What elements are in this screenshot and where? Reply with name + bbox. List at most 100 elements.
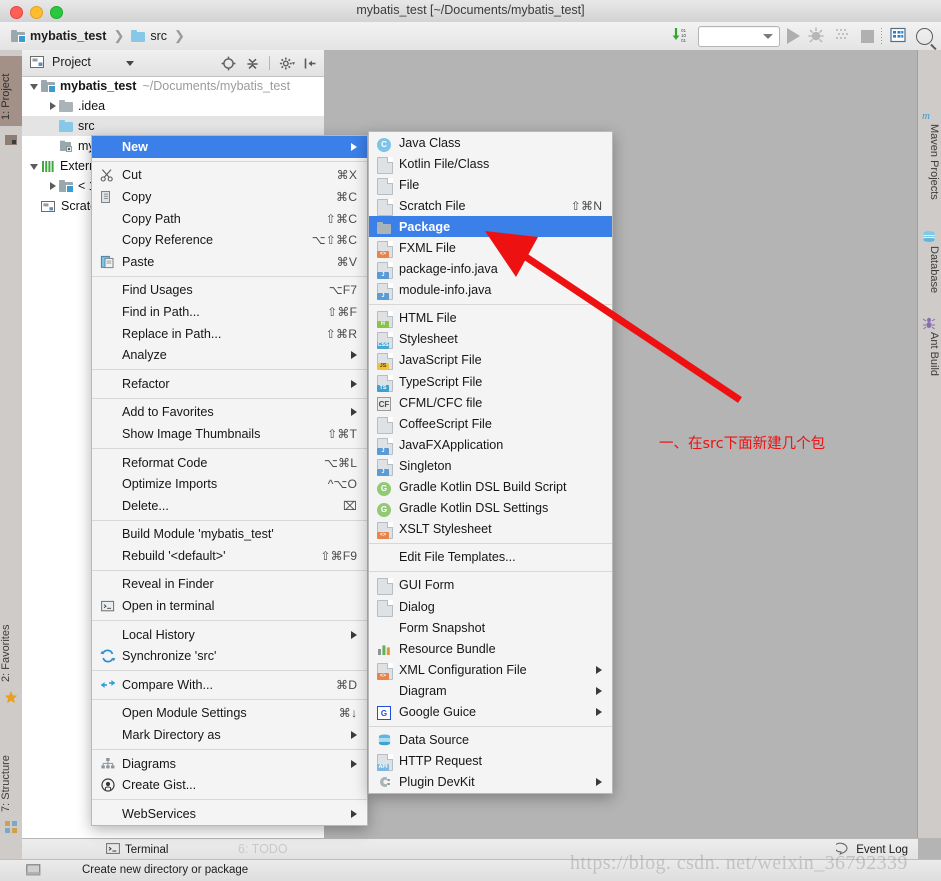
toolbar-divider [269, 56, 270, 70]
menu-item-delete[interactable]: Delete... ⌧ [92, 495, 367, 517]
submenu-item-edit-file-templates[interactable]: Edit File Templates... [369, 547, 612, 568]
breadcrumb-item-mybatis-test[interactable]: mybatis_test [8, 29, 109, 43]
menu-item-paste[interactable]: Paste ⌘V [92, 251, 367, 273]
submenu-item-javafxapplication[interactable]: J JavaFXApplication [369, 434, 612, 455]
iml-file-icon [59, 140, 73, 153]
debug-button[interactable] [807, 26, 827, 46]
menu-item-shortcut: ⇧⌘R [325, 326, 357, 341]
sidebar-item-ant-build[interactable]: Ant Build [919, 332, 940, 376]
run-configuration-selector[interactable] [698, 25, 780, 47]
submenu-item-xml-configuration-file[interactable]: <> XML Configuration File [369, 659, 612, 680]
breadcrumb-item-src[interactable]: src [128, 29, 170, 43]
menu-item-reformat-code[interactable]: Reformat Code ⌥⌘L [92, 452, 367, 474]
menu-item-create-gist[interactable]: Create Gist... [92, 774, 367, 796]
settings-gear-icon[interactable] [279, 56, 295, 71]
file-icon [377, 177, 395, 195]
project-structure-button[interactable] [889, 26, 909, 46]
menu-item-replace-in-path[interactable]: Replace in Path... ⇧⌘R [92, 323, 367, 345]
menu-item-mark-directory-as[interactable]: Mark Directory as [92, 724, 367, 746]
menu-item-build-module[interactable]: Build Module 'mybatis_test' [92, 524, 367, 546]
menu-item-show-image-thumbnails[interactable]: Show Image Thumbnails ⇧⌘T [92, 423, 367, 445]
submenu-item-form-snapshot[interactable]: Form Snapshot [369, 617, 612, 638]
menu-item-find-usages[interactable]: Find Usages ⌥F7 [92, 280, 367, 302]
submenu-item-resource-bundle[interactable]: Resource Bundle [369, 638, 612, 659]
menu-item-new[interactable]: New [92, 136, 367, 158]
submenu-item-gui-form[interactable]: GUI Form [369, 575, 612, 596]
submenu-item-diagram[interactable]: Diagram [369, 680, 612, 701]
menu-item-analyze[interactable]: Analyze [92, 344, 367, 366]
kotlin-file-icon [377, 156, 395, 174]
collapse-all-icon[interactable] [245, 56, 260, 71]
tree-row[interactable]: .idea [22, 96, 324, 116]
menu-separator [92, 519, 367, 521]
menu-item-find-in-path[interactable]: Find in Path... ⇧⌘F [92, 301, 367, 323]
menu-item-optimize-imports[interactable]: Optimize Imports ^⌥O [92, 473, 367, 495]
toolbar-divider [881, 28, 882, 44]
tree-row[interactable]: mybatis_test ~/Documents/mybatis_test [22, 76, 324, 96]
menu-item-label: HTML File [399, 311, 457, 326]
submenu-item-module-info-java[interactable]: J module-info.java [369, 280, 612, 301]
submenu-item-html-file[interactable]: H HTML File [369, 308, 612, 329]
locate-in-tree-icon[interactable] [221, 56, 236, 71]
submenu-item-dialog[interactable]: Dialog [369, 596, 612, 617]
submenu-item-gradle-kotlin-dsl-settings[interactable]: G Gradle Kotlin DSL Settings [369, 498, 612, 519]
twisty-open-icon[interactable] [28, 160, 41, 173]
sidebar-item-maven-projects[interactable]: Maven Projects [919, 124, 940, 200]
menu-item-rebuild[interactable]: Rebuild '<default>' ⇧⌘F9 [92, 545, 367, 567]
stop-button[interactable] [861, 29, 874, 43]
run-button[interactable] [787, 28, 800, 44]
menu-item-synchronize[interactable]: Synchronize 'src' [92, 645, 367, 667]
twisty-closed-icon[interactable] [46, 100, 59, 113]
submenu-item-scratch-file[interactable]: Scratch File ⇧⌘N [369, 195, 612, 216]
submenu-item-javascript-file[interactable]: JS JavaScript File [369, 350, 612, 371]
menu-item-reveal-in-finder[interactable]: Reveal in Finder [92, 574, 367, 596]
menu-item-label: Open in terminal [122, 599, 215, 614]
update-project-icon[interactable]: 01 10 01 [671, 26, 691, 46]
menu-item-refactor[interactable]: Refactor [92, 373, 367, 395]
submenu-item-http-request[interactable]: API HTTP Request [369, 751, 612, 772]
menu-icon-placeholder [377, 621, 395, 635]
tree-row-src[interactable]: src [22, 116, 324, 136]
submenu-item-stylesheet[interactable]: CSS Stylesheet [369, 329, 612, 350]
todo-label-ghost[interactable]: 6: TODO [238, 842, 288, 856]
sidebar-item-database[interactable]: Database [919, 246, 940, 293]
menu-item-local-history[interactable]: Local History [92, 624, 367, 646]
menu-item-open-in-terminal[interactable]: Open in terminal [92, 595, 367, 617]
twisty-closed-icon[interactable] [46, 180, 59, 193]
submenu-item-google-guice[interactable]: G Google Guice [369, 701, 612, 722]
submenu-item-package[interactable]: Package [369, 216, 612, 238]
submenu-item-fxml-file[interactable]: <> FXML File [369, 237, 612, 259]
menu-item-compare-with[interactable]: Compare With... ⌘D [92, 674, 367, 696]
submenu-item-data-source[interactable]: Data Source [369, 730, 612, 751]
menu-separator [92, 397, 367, 399]
menu-item-copy-reference[interactable]: Copy Reference ⌥⇧⌘C [92, 229, 367, 251]
menu-item-open-module-settings[interactable]: Open Module Settings ⌘↓ [92, 703, 367, 725]
submenu-item-file[interactable]: File [369, 174, 612, 195]
menu-item-cut[interactable]: Cut ⌘X [92, 165, 367, 187]
search-everywhere-button[interactable] [916, 27, 933, 45]
submenu-item-xslt-stylesheet[interactable]: <> XSLT Stylesheet [369, 519, 612, 540]
submenu-item-cfml-cfc-file[interactable]: CF CFML/CFC file [369, 392, 612, 413]
terminal-button[interactable]: Terminal [106, 842, 168, 858]
chevron-down-icon[interactable] [126, 61, 134, 66]
sidebar-item-favorites[interactable]: 2: Favorites [0, 610, 22, 686]
menu-item-copy-path[interactable]: Copy Path ⇧⌘C [92, 208, 367, 230]
diagram-icon [100, 757, 118, 771]
submenu-item-java-class[interactable]: C Java Class [369, 132, 612, 153]
submenu-item-plugin-devkit[interactable]: Plugin DevKit [369, 772, 612, 793]
run-with-coverage-button[interactable] [834, 26, 854, 46]
submenu-item-singleton[interactable]: J Singleton [369, 455, 612, 476]
submenu-item-package-info-java[interactable]: J package-info.java [369, 259, 612, 280]
sidebar-item-structure[interactable]: 7: Structure [0, 742, 22, 816]
sidebar-item-project[interactable]: 1: Project [0, 56, 22, 126]
submenu-item-gradle-kotlin-dsl-build-script[interactable]: G Gradle Kotlin DSL Build Script [369, 477, 612, 498]
menu-item-diagrams[interactable]: Diagrams [92, 753, 367, 775]
submenu-item-typescript-file[interactable]: TS TypeScript File [369, 371, 612, 392]
submenu-item-kotlin-file-class[interactable]: Kotlin File/Class [369, 153, 612, 174]
hide-panel-icon[interactable] [303, 56, 318, 71]
menu-item-webservices[interactable]: WebServices [92, 803, 367, 825]
twisty-open-icon[interactable] [28, 80, 41, 93]
menu-item-add-to-favorites[interactable]: Add to Favorites [92, 402, 367, 424]
submenu-item-coffeescript-file[interactable]: CoffeeScript File [369, 413, 612, 434]
menu-item-copy[interactable]: Copy ⌘C [92, 186, 367, 208]
